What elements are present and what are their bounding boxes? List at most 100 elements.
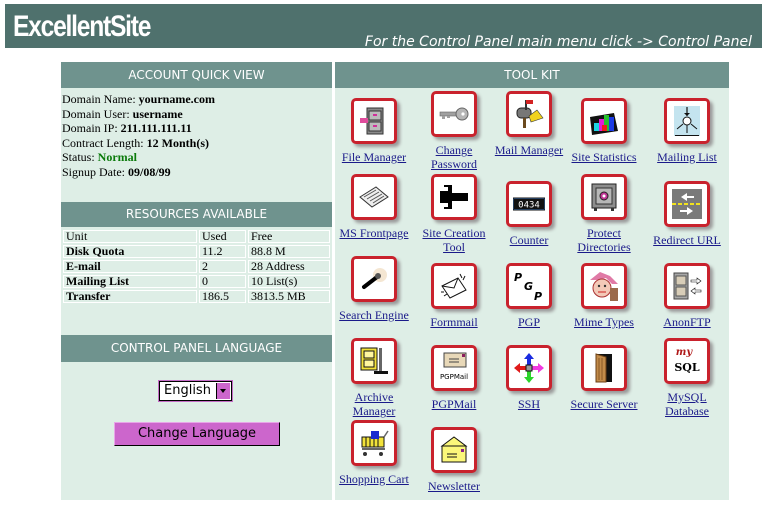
- tool-label[interactable]: Archive Manager: [334, 390, 414, 418]
- tool-mysql-database[interactable]: my SQL MySQL Database: [647, 338, 727, 418]
- tool-ssh[interactable]: SSH: [489, 345, 569, 411]
- unit-cell: Mailing List: [63, 275, 197, 288]
- used-cell: 0: [199, 275, 246, 288]
- domain-ip-value: 211.111.111.11: [120, 121, 192, 136]
- distribution-icon: [664, 98, 710, 144]
- resources-table: Unit Used Free Disk Quota 11.2 88.8 M E-…: [61, 228, 332, 305]
- tool-redirect-url[interactable]: Redirect URL: [647, 181, 727, 247]
- signup-date-label: Signup Date:: [62, 164, 128, 179]
- domain-user-label: Domain User:: [62, 106, 133, 121]
- domain-ip-row: Domain IP: 211.111.111.11: [62, 121, 330, 136]
- toolkit-heading: TOOL KIT: [335, 62, 729, 88]
- tool-shopping-cart[interactable]: Shopping Cart: [334, 420, 414, 486]
- resources-heading: RESOURCES AVAILABLE: [61, 202, 332, 227]
- svg-text:P: P: [514, 271, 522, 284]
- shopping-cart-icon: [351, 420, 397, 466]
- contract-length-label: Contract Length:: [62, 135, 147, 150]
- language-select[interactable]: English: [159, 381, 232, 401]
- tool-anonftp[interactable]: AnonFTP: [647, 263, 727, 329]
- tool-label[interactable]: Redirect URL: [647, 233, 727, 247]
- tool-pgp[interactable]: PGP PGP: [489, 263, 569, 329]
- flashlight-icon: [351, 256, 397, 302]
- control-panel-link[interactable]: Control Panel: [658, 34, 752, 50]
- table-row: Mailing List 0 10 List(s): [63, 275, 330, 288]
- tool-site-creation[interactable]: Site Creation Tool: [414, 174, 494, 254]
- tool-label[interactable]: Mail Manager: [489, 143, 569, 157]
- table-header-row: Unit Used Free: [63, 230, 330, 243]
- tool-label[interactable]: Counter: [489, 233, 569, 247]
- tagline-text: For the Control Panel main menu click ->: [364, 34, 659, 50]
- tool-protect-directories[interactable]: Protect Directories: [564, 174, 644, 254]
- tool-label[interactable]: Formmail: [414, 315, 494, 329]
- door-icon: [581, 345, 627, 391]
- status-row: Status: Normal: [62, 150, 330, 165]
- tool-formmail[interactable]: Formmail: [414, 263, 494, 329]
- domain-name-value: yourname.com: [138, 92, 215, 106]
- pgpmail-text: PGPMail: [440, 373, 468, 381]
- tool-label[interactable]: Protect Directories: [564, 226, 644, 254]
- tool-label[interactable]: Search Engine: [334, 308, 414, 322]
- tool-mailing-list[interactable]: Mailing List: [647, 98, 727, 164]
- wrench-icon: [431, 174, 477, 220]
- status-label: Status:: [62, 150, 98, 165]
- tool-label[interactable]: Mailing List: [647, 150, 727, 164]
- tool-search-engine[interactable]: Search Engine: [334, 256, 414, 322]
- free-cell: 28 Address: [248, 260, 330, 273]
- tool-label[interactable]: Site Creation Tool: [414, 226, 494, 254]
- language-selected-value: English: [164, 383, 211, 398]
- signup-date-row: Signup Date: 09/08/99: [62, 165, 330, 180]
- bar-chart-icon: [581, 98, 627, 144]
- tool-label[interactable]: MS Frontpage: [334, 226, 414, 240]
- envelope-burst-icon: [431, 263, 477, 309]
- tool-secure-server[interactable]: Secure Server: [564, 345, 644, 411]
- used-cell: 2: [199, 260, 246, 273]
- tool-label[interactable]: SSH: [489, 397, 569, 411]
- domain-name-label: Domain Name:: [62, 92, 139, 106]
- column-header-unit: Unit: [63, 230, 197, 243]
- tool-mime-types[interactable]: Mime Types: [564, 263, 644, 329]
- svg-text:G: G: [524, 280, 533, 293]
- site-logo: ExcellentSite: [13, 10, 151, 43]
- pgp-mail-icon: PGPMail: [431, 345, 477, 391]
- tool-label[interactable]: Mime Types: [564, 315, 644, 329]
- tool-label[interactable]: Newsletter: [414, 479, 494, 493]
- tool-counter[interactable]: 0434 Counter: [489, 181, 569, 247]
- header-banner: ExcellentSite For the Control Panel main…: [5, 4, 762, 50]
- tool-label[interactable]: AnonFTP: [647, 315, 727, 329]
- tool-label[interactable]: Secure Server: [564, 397, 644, 411]
- tool-label[interactable]: File Manager: [334, 150, 414, 164]
- mysql-sql-text: SQL: [674, 361, 700, 374]
- tool-site-statistics[interactable]: Site Statistics: [564, 98, 644, 164]
- unit-cell: Disk Quota: [63, 245, 197, 258]
- free-cell: 88.8 M: [248, 245, 330, 258]
- tool-label[interactable]: Shopping Cart: [334, 472, 414, 486]
- change-language-button[interactable]: Change Language: [114, 422, 280, 446]
- tool-file-manager[interactable]: File Manager: [334, 98, 414, 164]
- counter-icon: 0434: [506, 181, 552, 227]
- archive-clamp-icon: [351, 338, 397, 384]
- tool-label[interactable]: Change Password: [414, 143, 494, 171]
- redirect-arrows-icon: [664, 181, 710, 227]
- tool-ms-frontpage[interactable]: MS Frontpage: [334, 174, 414, 240]
- account-quick-view-heading: ACCOUNT QUICK VIEW: [61, 62, 332, 88]
- tool-label[interactable]: PGP: [489, 315, 569, 329]
- tool-label[interactable]: PGPMail: [414, 397, 494, 411]
- domain-name-row: Domain Name: yourname.com: [62, 92, 330, 107]
- tool-archive-manager[interactable]: Archive Manager: [334, 338, 414, 418]
- counter-digits: 0434: [518, 201, 540, 211]
- unit-cell: Transfer: [63, 290, 197, 303]
- unit-cell: E-mail: [63, 260, 197, 273]
- tool-pgpmail[interactable]: PGPMail PGPMail: [414, 345, 494, 411]
- column-header-used: Used: [199, 230, 246, 243]
- tool-label[interactable]: MySQL Database: [647, 390, 727, 418]
- table-row: Transfer 186.5 3813.5 MB: [63, 290, 330, 303]
- tool-mail-manager[interactable]: Mail Manager: [489, 91, 569, 157]
- tool-label[interactable]: Site Statistics: [564, 150, 644, 164]
- safe-icon: [581, 174, 627, 220]
- chevron-down-icon[interactable]: [216, 383, 230, 399]
- ftp-cabinet-icon: [664, 263, 710, 309]
- mailbox-icon: [506, 91, 552, 137]
- tool-newsletter[interactable]: Newsletter: [414, 427, 494, 493]
- table-row: E-mail 2 28 Address: [63, 260, 330, 273]
- tool-change-password[interactable]: Change Password: [414, 91, 494, 171]
